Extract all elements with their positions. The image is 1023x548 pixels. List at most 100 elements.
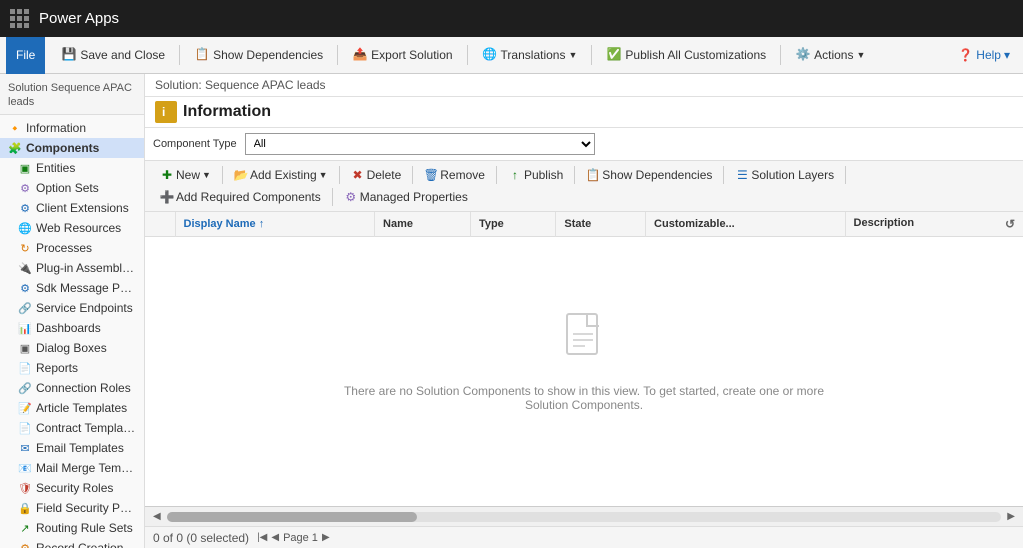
sidebar-icon-record-creation: ⚙ [18,541,32,548]
sidebar-label-routing-rule-sets: Routing Rule Sets [36,521,133,535]
horizontal-scrollbar[interactable] [167,512,1002,522]
sidebar-item-record-creation[interactable]: ⚙ Record Creation and U... [10,538,144,548]
top-bar: Power Apps [0,0,1023,37]
sidebar-item-dialog-boxes[interactable]: ▣ Dialog Boxes [10,338,144,358]
sidebar-item-article-templates[interactable]: 📝 Article Templates [10,398,144,418]
sidebar-icon-field-security: 🔒 [18,501,32,515]
sidebar-label-record-creation: Record Creation and U... [36,541,136,548]
sidebar-item-security-roles[interactable]: 🛡 Security Roles [10,478,144,498]
sidebar-label-client-extensions: Client Extensions [36,201,129,215]
sidebar-label-sdk-message: Sdk Message Processi... [36,281,136,295]
help-icon: ❓ [958,48,973,62]
sidebar-icon-web-resources: 🌐 [18,221,32,235]
remove-icon: 🗑 [424,168,438,182]
remove-button[interactable]: 🗑 Remove [417,165,492,185]
col-display-name[interactable]: Display Name ↑ [175,212,375,237]
export-icon: 📤 [352,47,368,63]
sidebar-item-routing-rule-sets[interactable]: ↗ Routing Rule Sets [10,518,144,538]
breadcrumb: Solution: Sequence APAC leads [145,74,1023,97]
sidebar-label-security-roles: Security Roles [36,481,113,495]
sidebar-item-service-endpoints[interactable]: 🔗 Service Endpoints [10,298,144,318]
show-dep-icon: 📋 [194,47,210,63]
sidebar-item-information[interactable]: 🔸 Information [0,118,144,138]
solution-layers-button[interactable]: ☰ Solution Layers [728,165,841,185]
component-type-label: Component Type [153,138,237,150]
sidebar-item-connection-roles[interactable]: 🔗 Connection Roles [10,378,144,398]
add-existing-icon: 📂 [234,168,248,182]
save-and-close-button[interactable]: 💾 Save and Close [53,43,173,67]
translations-button[interactable]: 🌐 Translations [474,43,586,67]
sidebar-icon-processes: ↻ [18,241,32,255]
col-state: State [556,212,646,237]
sidebar-item-mail-merge[interactable]: 📧 Mail Merge Templates [10,458,144,478]
new-icon: ✚ [160,168,174,182]
sidebar-icon-contract-templates: 📄 [18,421,32,435]
actions-button[interactable]: ⚙️ Actions [787,43,873,67]
next-page-icon[interactable]: ▶ [322,532,330,543]
publish-icon: ↑ [508,168,522,182]
empty-state: There are no Solution Components to show… [145,237,1023,487]
main-layout: Solution Sequence APAC leads 🔸 Informati… [0,74,1023,548]
sidebar-item-email-templates[interactable]: ✉ Email Templates [10,438,144,458]
publish-icon: ✅ [606,47,622,63]
sidebar-item-processes[interactable]: ↻ Processes [10,238,144,258]
sidebar-icon-information: 🔸 [8,121,22,135]
sidebar-item-plug-in-assemblies[interactable]: 🔌 Plug-in Assemblies [10,258,144,278]
comp-sep-3 [412,166,413,184]
sidebar-icon-option-sets: ⚙ [18,181,32,195]
delete-icon: ✖ [351,168,365,182]
add-required-button[interactable]: ➕ Add Required Components [153,187,328,207]
add-existing-button[interactable]: 📂 Add Existing [227,165,335,185]
toolbar-separator-3 [467,45,468,65]
file-button[interactable]: File [6,37,45,74]
refresh-icon[interactable]: ↺ [1005,217,1015,231]
delete-button[interactable]: ✖ Delete [344,165,409,185]
new-button[interactable]: ✚ New [153,165,218,185]
sidebar-item-field-security[interactable]: 🔒 Field Security Profiles [10,498,144,518]
sidebar-item-contract-templates[interactable]: 📄 Contract Templates [10,418,144,438]
sidebar-icon-components: 🧩 [8,141,22,155]
sidebar-item-reports[interactable]: 📄 Reports [10,358,144,378]
scrollbar-thumb [167,512,417,522]
publish-button[interactable]: ↑ Publish [501,165,570,185]
help-button[interactable]: ❓ Help ▾ [951,45,1017,65]
sidebar-label-connection-roles: Connection Roles [36,381,131,395]
export-solution-button[interactable]: 📤 Export Solution [344,43,460,67]
toolbar-separator-2 [337,45,338,65]
sidebar-label-information: Information [26,121,86,135]
managed-props-button[interactable]: ⚙ Managed Properties [337,187,475,207]
prev-page-icon[interactable]: ◀ [271,532,279,543]
component-type-select[interactable]: AllEntitiesOption SetsWeb ResourcesProce… [245,133,595,155]
sidebar-label-dialog-boxes: Dialog Boxes [36,341,107,355]
sidebar-item-option-sets[interactable]: ⚙ Option Sets [10,178,144,198]
toolbar-separator-5 [780,45,781,65]
sidebar-label-entities: Entities [36,161,75,175]
sidebar-label-dashboards: Dashboards [36,321,101,335]
sidebar-icon-mail-merge: 📧 [18,461,32,475]
show-deps-icon: 📋 [586,168,600,182]
sidebar-icon-reports: 📄 [18,361,32,375]
footer-nav: |◀ ◀ Page 1 ▶ [257,532,330,544]
sidebar-item-web-resources[interactable]: 🌐 Web Resources [10,218,144,238]
sidebar-icon-security-roles: 🛡 [18,481,32,495]
sidebar-item-dashboards[interactable]: 📊 Dashboards [10,318,144,338]
sidebar-label-mail-merge: Mail Merge Templates [36,461,136,475]
sidebar-icon-client-extensions: ⚙ [18,201,32,215]
data-table: Display Name ↑ Name Type State Customiza… [145,212,1023,506]
empty-message: There are no Solution Components to show… [334,384,834,412]
app-grid-icon[interactable] [10,9,29,28]
scroll-left-icon[interactable]: ◀ [151,511,163,522]
app-title: Power Apps [39,10,119,27]
sidebar-item-sdk-message[interactable]: ⚙ Sdk Message Processi... [10,278,144,298]
comp-sep-6 [723,166,724,184]
comp-sep-1 [222,166,223,184]
comp-sep-8 [332,188,333,206]
sidebar-item-client-extensions[interactable]: ⚙ Client Extensions [10,198,144,218]
show-dependencies-button[interactable]: 📋 Show Dependencies [186,43,331,67]
publish-all-button[interactable]: ✅ Publish All Customizations [598,43,774,67]
sidebar-item-entities[interactable]: ▣ Entities [10,158,144,178]
show-deps-button[interactable]: 📋 Show Dependencies [579,165,719,185]
scroll-right-icon[interactable]: ▶ [1005,511,1017,522]
sidebar-item-components[interactable]: 🧩 Components [0,138,144,158]
first-page-icon[interactable]: |◀ [257,532,267,543]
